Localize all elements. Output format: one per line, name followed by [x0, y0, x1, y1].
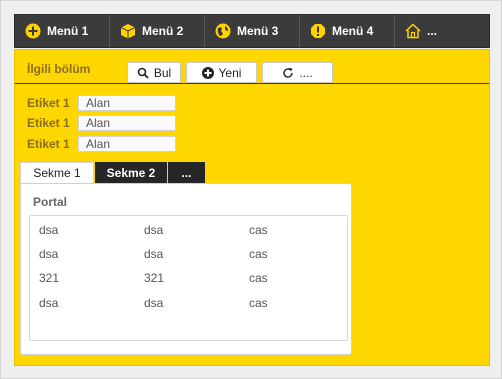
form-row: Etiket 1 Alan [27, 95, 176, 111]
table-cell: dsa [39, 296, 59, 310]
tab-sekme-2[interactable]: Sekme 2 [95, 162, 167, 183]
table-cell: dsa [144, 296, 164, 310]
table-row[interactable]: 321 321 cas [30, 271, 347, 287]
form-row: Etiket 1 Alan [27, 115, 176, 131]
menu-item-label: Menü 3 [237, 24, 279, 38]
home-icon [405, 23, 421, 39]
tab-content: Portal dsa dsa cas dsa dsa cas 321 321 c… [20, 183, 352, 355]
panel-title: İlgili bölüm [27, 62, 91, 76]
menu-item-more[interactable]: ... [395, 15, 489, 47]
table-row[interactable]: dsa dsa cas [30, 247, 347, 263]
panel-header: İlgili bölüm Bul Yeni .... [15, 50, 489, 84]
new-button[interactable]: Yeni [186, 62, 257, 83]
table-cell: 321 [39, 271, 60, 285]
table-row[interactable]: dsa dsa cas [30, 223, 347, 239]
refresh-button-label: .... [299, 65, 313, 80]
menu-item-4[interactable]: Menü 4 [300, 15, 395, 47]
menu-item-label: ... [427, 24, 438, 38]
plus-circle-icon [201, 66, 214, 79]
menu-item-2[interactable]: Menü 2 [110, 15, 205, 47]
field-input[interactable]: Alan [78, 136, 176, 152]
field-input[interactable]: Alan [78, 95, 176, 111]
menu-item-label: Menü 2 [142, 24, 184, 38]
refresh-button[interactable]: .... [262, 62, 333, 83]
globe-icon [215, 23, 231, 39]
field-label: Etiket 1 [27, 137, 70, 151]
field-input[interactable]: Alan [78, 115, 176, 131]
table-cell: cas [249, 247, 268, 261]
top-menu-bar: Menü 1 Menü 2 Menü 3 Menü 4 ... [14, 14, 490, 48]
table-cell: cas [249, 271, 268, 285]
tab-bar: Sekme 1 Sekme 2 ... [20, 162, 206, 183]
table-cell: dsa [144, 247, 164, 261]
menu-item-3[interactable]: Menü 3 [205, 15, 300, 47]
box-icon [120, 23, 136, 39]
table-row[interactable]: dsa dsa cas [30, 296, 347, 312]
tab-sekme-1[interactable]: Sekme 1 [20, 162, 94, 183]
refresh-icon [282, 67, 294, 79]
table-cell: dsa [39, 223, 59, 237]
find-button[interactable]: Bul [127, 62, 181, 83]
table-cell: dsa [39, 247, 59, 261]
portal-title: Portal [33, 195, 68, 209]
field-label: Etiket 1 [27, 96, 70, 110]
portal-grid[interactable]: dsa dsa cas dsa dsa cas 321 321 cas dsa … [29, 215, 348, 341]
search-icon [137, 67, 149, 79]
menu-item-1[interactable]: Menü 1 [15, 15, 110, 47]
table-cell: 321 [144, 271, 165, 285]
window-frame: Menü 1 Menü 2 Menü 3 Menü 4 ... İlgili b… [0, 0, 502, 379]
table-cell: cas [249, 223, 268, 237]
tab-more[interactable]: ... [168, 162, 205, 183]
form-row: Etiket 1 Alan [27, 136, 176, 152]
plus-circle-icon [25, 23, 41, 39]
table-cell: dsa [144, 223, 164, 237]
find-button-label: Bul [153, 65, 172, 80]
field-label: Etiket 1 [27, 116, 70, 130]
new-button-label: Yeni [218, 65, 242, 80]
related-section-panel: İlgili bölüm Bul Yeni .... Etiket 1 Alan… [14, 49, 490, 366]
menu-item-label: Menü 1 [47, 24, 89, 38]
warning-icon [310, 23, 326, 39]
table-cell: cas [249, 296, 268, 310]
menu-item-label: Menü 4 [332, 24, 374, 38]
